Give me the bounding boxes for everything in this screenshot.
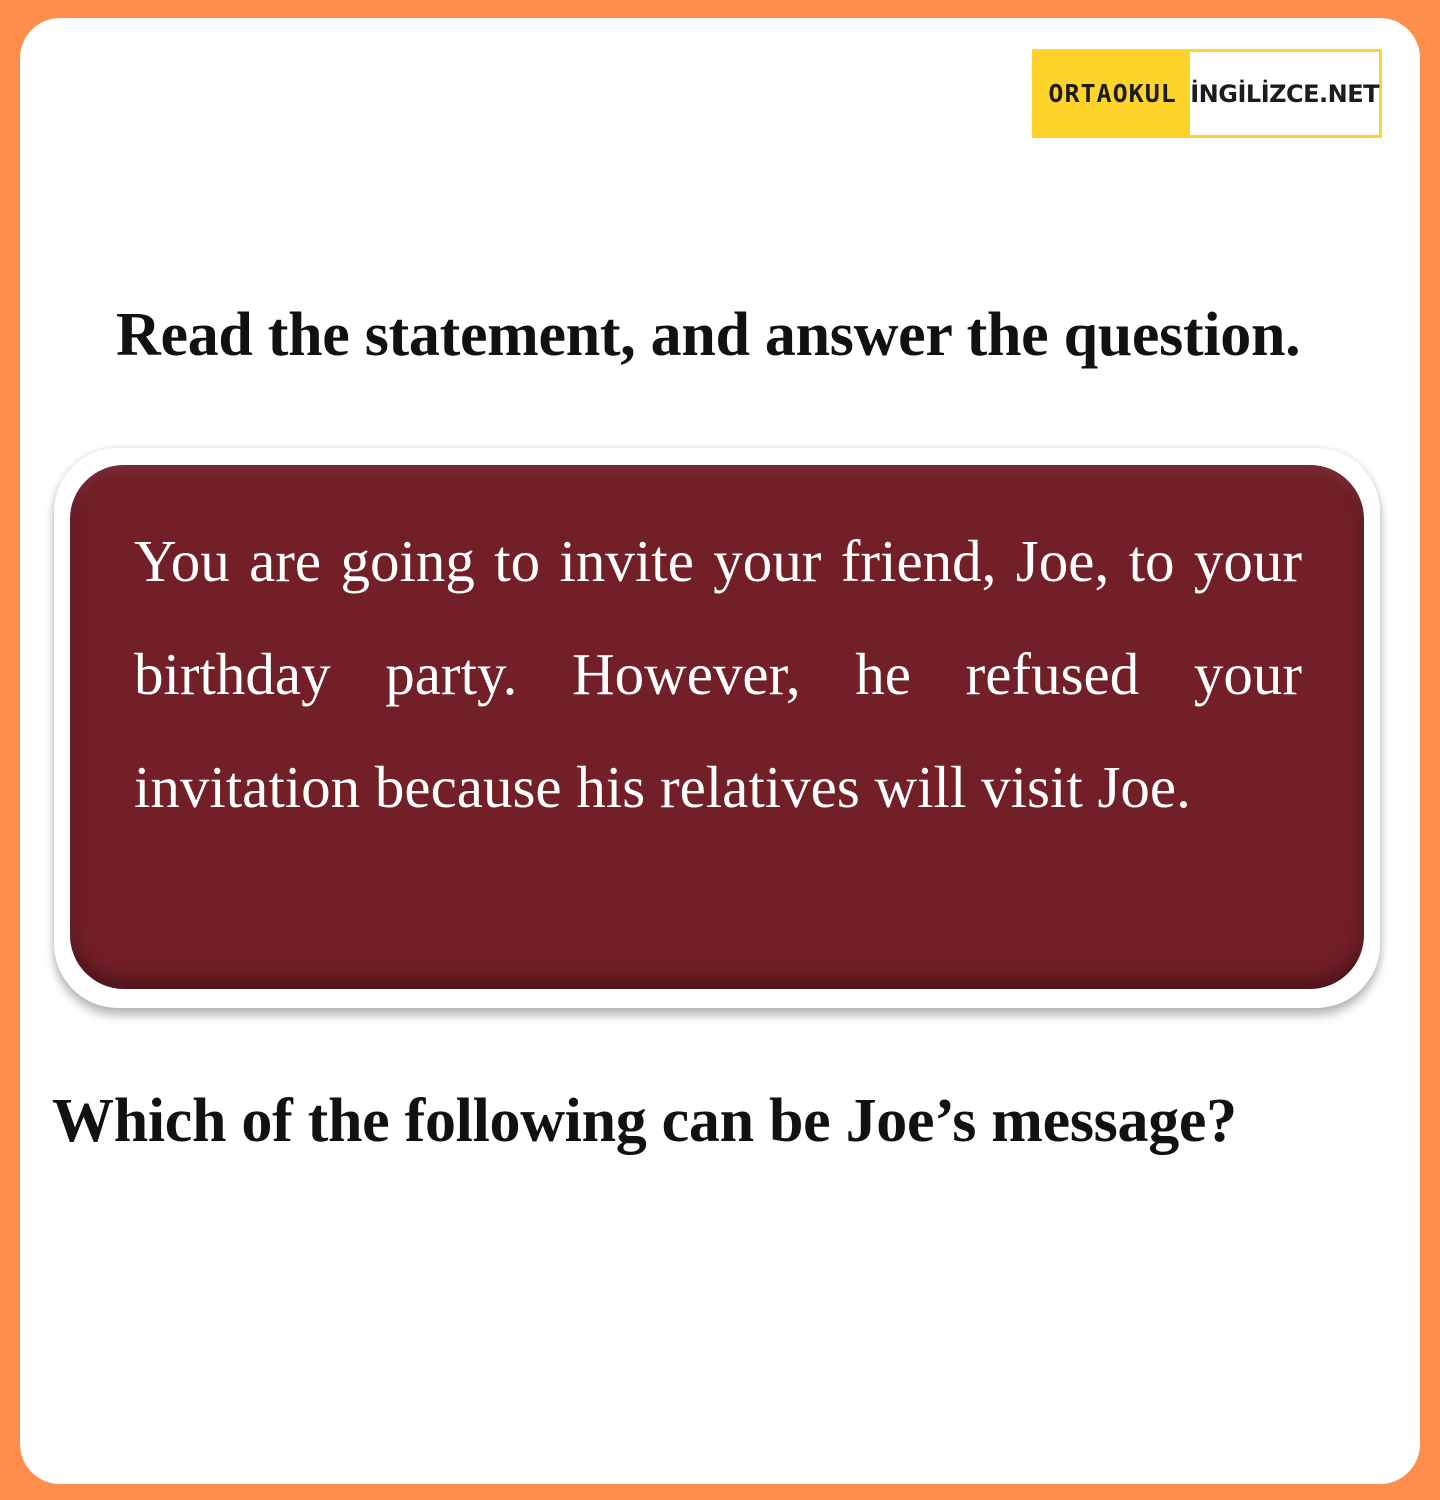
instruction-heading: Read the statement, and answer the quest… [116,301,1301,369]
logo-part-ingilizce-net: İNGİLİZCE.NET [1190,79,1379,108]
logo-part-ortaokul: ORTAOKUL [1035,52,1191,135]
statement-text: You are going to invite your friend, Joe… [134,528,1302,820]
content-card: ORTAOKUL İNGİLİZCE.NET Read the statemen… [20,18,1420,1484]
statement-box: You are going to invite your friend, Joe… [70,465,1364,989]
site-logo[interactable]: ORTAOKUL İNGİLİZCE.NET [1032,49,1382,138]
question-text: Which of the following can be Joe’s mess… [52,1087,1237,1155]
statement-frame: You are going to invite your friend, Joe… [54,448,1380,1008]
